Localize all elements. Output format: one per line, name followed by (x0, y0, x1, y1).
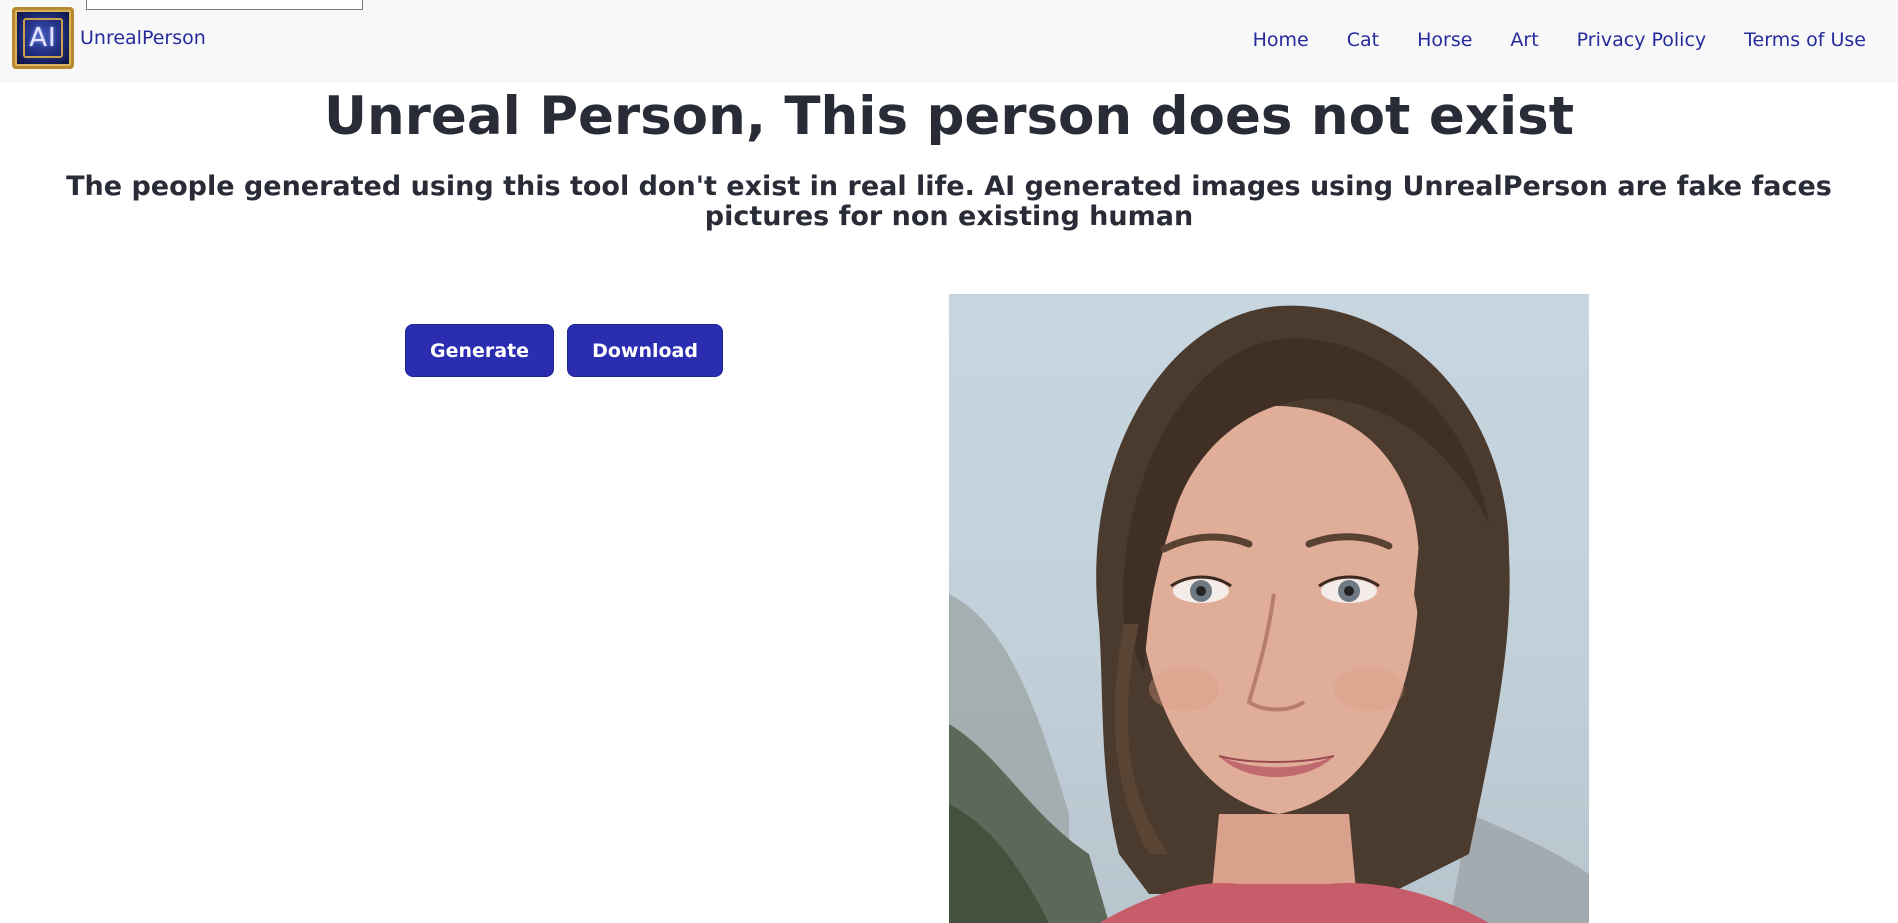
nav-links: Home Cat Horse Art Privacy Policy Terms … (1215, 0, 1866, 80)
generated-face-image (949, 294, 1589, 923)
download-button[interactable]: Download (567, 324, 723, 377)
page-title: Unreal Person, This person does not exis… (323, 86, 1575, 147)
brand-link[interactable]: AI UnrealPerson (12, 7, 206, 69)
action-buttons: Generate Download (405, 324, 723, 377)
face-illustration (949, 305, 1589, 923)
nav-cat[interactable]: Cat (1347, 29, 1379, 51)
page-subtitle: The people generated using this tool don… (66, 171, 1832, 232)
nav-terms-of-use[interactable]: Terms of Use (1744, 29, 1866, 51)
navbar: AI UnrealPerson Home Cat Horse Art Priva… (0, 0, 1898, 83)
generate-button[interactable]: Generate (405, 324, 555, 377)
brand-logo-text: AI (29, 23, 57, 53)
ai-chip-logo-icon: AI (12, 7, 74, 69)
nav-privacy-policy[interactable]: Privacy Policy (1577, 29, 1706, 51)
brand-name: UnrealPerson (80, 27, 206, 49)
nav-home[interactable]: Home (1253, 29, 1309, 51)
nav-horse[interactable]: Horse (1417, 29, 1472, 51)
nav-art[interactable]: Art (1510, 29, 1538, 51)
